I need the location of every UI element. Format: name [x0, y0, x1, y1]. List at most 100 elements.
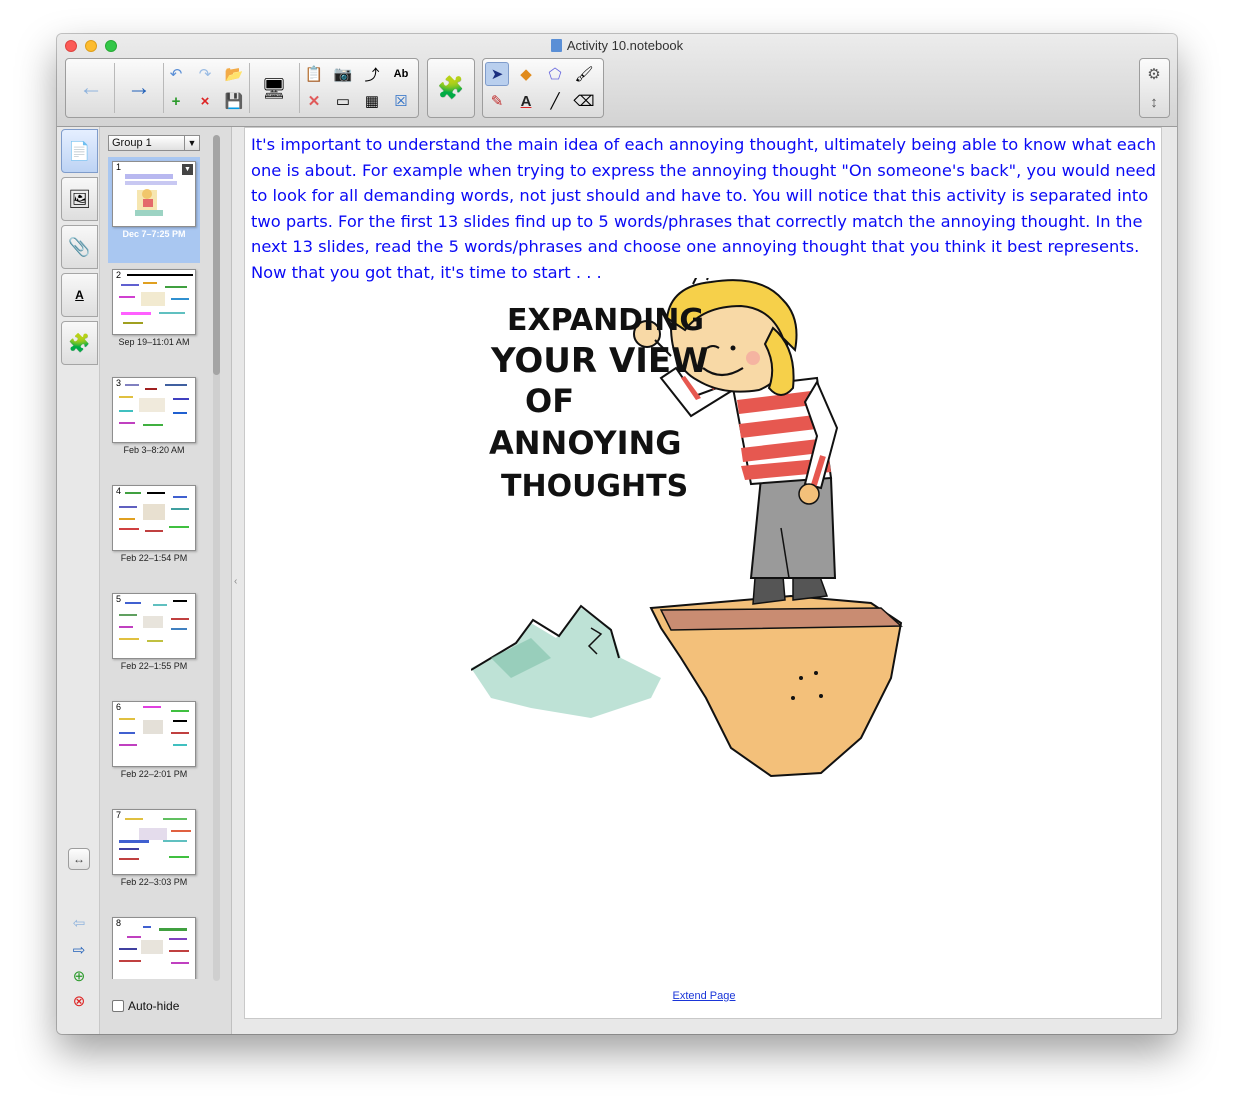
checkbox-icon[interactable] — [112, 1000, 124, 1012]
previous-page-button[interactable]: ← — [68, 60, 114, 116]
redo-button[interactable]: ↷ — [193, 62, 217, 86]
shape-pen-icon: ⬠ — [548, 66, 562, 83]
addons-button[interactable]: 🧩 — [428, 60, 474, 116]
eraser-tool-button[interactable]: ⌫ — [572, 89, 596, 113]
close-button[interactable]: ☒ — [389, 89, 413, 113]
open-file-button[interactable]: 📂 — [222, 62, 246, 86]
whiteboard-page[interactable]: It's important to understand the main id… — [244, 127, 1162, 1019]
insert-table-button[interactable]: ▦ — [360, 89, 384, 113]
page-number: 2 — [116, 270, 122, 280]
side-tab-bar: 📄 🖼 📎 A 🧩 ↔ ⇦ ⇨ ⊕ ⊗ — [57, 127, 100, 1034]
page-thumbnail[interactable]: 4 Feb 22–1:54 PM — [108, 481, 200, 587]
paperclip-icon: 📎 — [68, 236, 91, 257]
page-thumbnail[interactable]: 2 Sep 19–11:01 AM — [108, 265, 200, 371]
thumbnail-content — [119, 600, 189, 642]
sidebar-add-page-button[interactable]: ⊕ — [68, 965, 90, 987]
monitor-icon: 🖥 — [261, 77, 287, 100]
eraser-shape-button[interactable]: ⬠ — [543, 62, 567, 86]
shapes-tool-button[interactable]: ◆ — [514, 62, 538, 86]
picture-icon: 🖼 — [68, 188, 91, 209]
panel-splitter[interactable]: ‹ — [234, 576, 237, 587]
spell-check-button[interactable]: Ab — [389, 62, 413, 86]
paste-button[interactable]: 📋 — [302, 62, 326, 86]
page-thumbnail[interactable]: 7 Feb 22–3:03 PM — [108, 805, 200, 911]
page-thumbnail[interactable]: 5 Feb 22–1:55 PM — [108, 589, 200, 695]
cartoon-image[interactable]: EXPANDING YOUR VIEW OF ANNOYING THOUGHTS — [471, 278, 911, 778]
clipboard-icon: 📋 — [304, 66, 324, 83]
sidebar-delete-page-button[interactable]: ⊗ — [68, 990, 90, 1012]
line-tool-button[interactable]: ╱ — [543, 89, 567, 113]
undo-button[interactable]: ↶ — [164, 62, 188, 86]
properties-tab[interactable]: A — [61, 273, 98, 317]
cartoon-title-line: ANNOYING — [489, 424, 682, 462]
display-screen-button[interactable]: 🖥 — [252, 63, 296, 113]
sidebar-previous-page-button[interactable]: ⇦ — [68, 912, 90, 934]
toolbar-addon-group: 🧩 — [427, 58, 475, 118]
cartoon-title: EXPANDING YOUR VIEW OF ANNOYING THOUGHTS — [489, 303, 709, 504]
page-number: 7 — [116, 810, 122, 820]
arrow-left-icon: ⇦ — [72, 915, 86, 932]
delete-button[interactable]: ✕ — [302, 89, 326, 113]
group-select[interactable]: Group 1 ▼ — [108, 135, 200, 151]
page-sorter-panel: Group 1 ▼ 1 ▼ Dec 7–7:25 PM 2 Sep 19–11:… — [100, 127, 232, 1034]
arrow-left-icon: ← — [79, 74, 103, 101]
toolbar-separator — [114, 63, 115, 113]
text-icon: A — [520, 92, 532, 110]
page-thumbnail[interactable]: 1 ▼ Dec 7–7:25 PM — [108, 157, 200, 263]
line-icon: ╱ — [550, 93, 560, 110]
resize-arrows-icon: ↔ — [73, 852, 85, 866]
thumbnail-content — [119, 818, 191, 860]
delete-page-icon: × — [200, 92, 210, 110]
page-number: 3 — [116, 378, 122, 388]
next-page-button[interactable]: → — [116, 60, 162, 116]
intro-text[interactable]: It's important to understand the main id… — [251, 132, 1157, 286]
gear-icon: ⚙ — [1147, 66, 1161, 83]
select-tool-button[interactable]: ➤ — [485, 62, 509, 86]
screen-capture-button[interactable]: 📷 — [331, 62, 355, 86]
page-date: Feb 22–2:01 PM — [120, 769, 188, 779]
thumbnail-menu-icon[interactable]: ▼ — [182, 164, 193, 175]
toolbar-position-button[interactable]: ↕ — [1142, 90, 1166, 114]
folder-icon: 📂 — [224, 66, 244, 83]
sidebar-next-page-button[interactable]: ⇨ — [68, 939, 90, 961]
pens-tool-button[interactable]: ✎ — [485, 89, 509, 113]
page-sorter-scrollbar[interactable] — [213, 135, 220, 981]
redo-icon: ↷ — [198, 66, 212, 83]
page-thumbnail-preview: 5 — [112, 593, 196, 659]
save-icon: 💾 — [224, 93, 244, 110]
page-thumbnail-preview: 2 — [112, 269, 196, 335]
save-button[interactable]: 💾 — [222, 89, 246, 113]
add-page-button[interactable]: + — [164, 89, 188, 113]
settings-button[interactable]: ⚙ — [1142, 62, 1166, 86]
scrollbar-thumb[interactable] — [213, 135, 220, 375]
extend-page-link[interactable]: Extend Page — [245, 990, 1163, 1002]
page-date: Feb 3–8:20 AM — [123, 445, 185, 455]
gallery-tab[interactable]: 🖼 — [61, 177, 98, 221]
toolbar-main-group: ← → ↶ ↷ 📂 + × 💾 🖥 📋 📷 ⤴ Ab ✕ ▭ ▦ ☒ — [65, 58, 419, 118]
up-down-arrow-icon: ↕ — [1150, 93, 1158, 111]
rotate-button[interactable]: ⤴ — [360, 62, 384, 86]
sidebar-resize-button[interactable]: ↔ — [68, 848, 90, 870]
delete-x-icon: ✕ — [307, 93, 321, 110]
thumbnail-content — [119, 274, 193, 324]
text-tool-button[interactable]: A — [514, 89, 538, 113]
page-thumbnail[interactable]: 8 — [108, 913, 200, 979]
delete-page-button[interactable]: × — [193, 89, 217, 113]
cartoon-title-line: YOUR VIEW — [490, 341, 709, 381]
cartoon-title-line: OF — [525, 382, 574, 420]
arrow-right-icon: → — [127, 74, 151, 101]
page-sorter-tab[interactable]: 📄 — [61, 129, 98, 173]
addons-tab[interactable]: 🧩 — [61, 321, 98, 365]
chevron-down-icon: ▼ — [184, 136, 199, 150]
puzzle-icon: 🧩 — [68, 332, 91, 353]
auto-hide-checkbox[interactable]: Auto-hide — [112, 999, 179, 1013]
page-thumbnail[interactable]: 6 Feb 22–2:01 PM — [108, 697, 200, 803]
thumbnail-content — [119, 926, 189, 964]
attachments-tab[interactable]: 📎 — [61, 225, 98, 269]
fill-tool-button[interactable]: 🖌 — [572, 62, 596, 86]
screen-shade-button[interactable]: ▭ — [331, 89, 355, 113]
page-date: Feb 22–1:54 PM — [120, 553, 188, 563]
page-thumbnail-preview: 6 — [112, 701, 196, 767]
page-date: Feb 22–3:03 PM — [120, 877, 188, 887]
page-thumbnail[interactable]: 3 Feb 3–8:20 AM — [108, 373, 200, 479]
